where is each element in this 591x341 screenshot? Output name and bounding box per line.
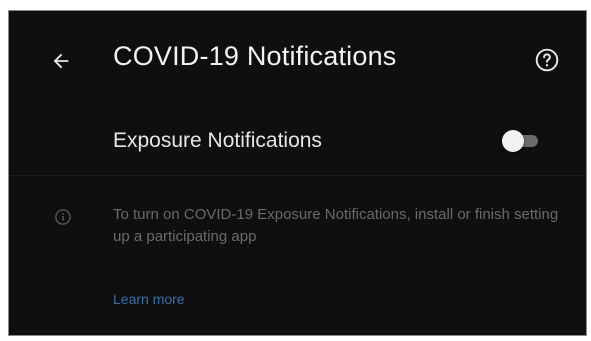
settings-screen: COVID-19 Notifications Exposure Notifica… xyxy=(8,10,587,336)
back-button[interactable] xyxy=(47,47,75,75)
learn-more-link[interactable]: Learn more xyxy=(113,291,185,307)
app-bar: COVID-19 Notifications xyxy=(9,11,586,105)
toggle-thumb xyxy=(502,130,524,152)
info-text: To turn on COVID-19 Exposure Notificatio… xyxy=(113,206,559,245)
exposure-notifications-toggle[interactable] xyxy=(502,130,540,152)
divider xyxy=(9,175,586,176)
help-button[interactable] xyxy=(532,45,562,75)
exposure-notifications-row[interactable]: Exposure Notifications xyxy=(9,105,586,171)
arrow-left-icon xyxy=(53,53,69,69)
help-circle-icon xyxy=(535,48,559,72)
exposure-notifications-label: Exposure Notifications xyxy=(113,129,322,152)
page-title: COVID-19 Notifications xyxy=(113,41,397,71)
info-circle-icon xyxy=(53,207,73,227)
